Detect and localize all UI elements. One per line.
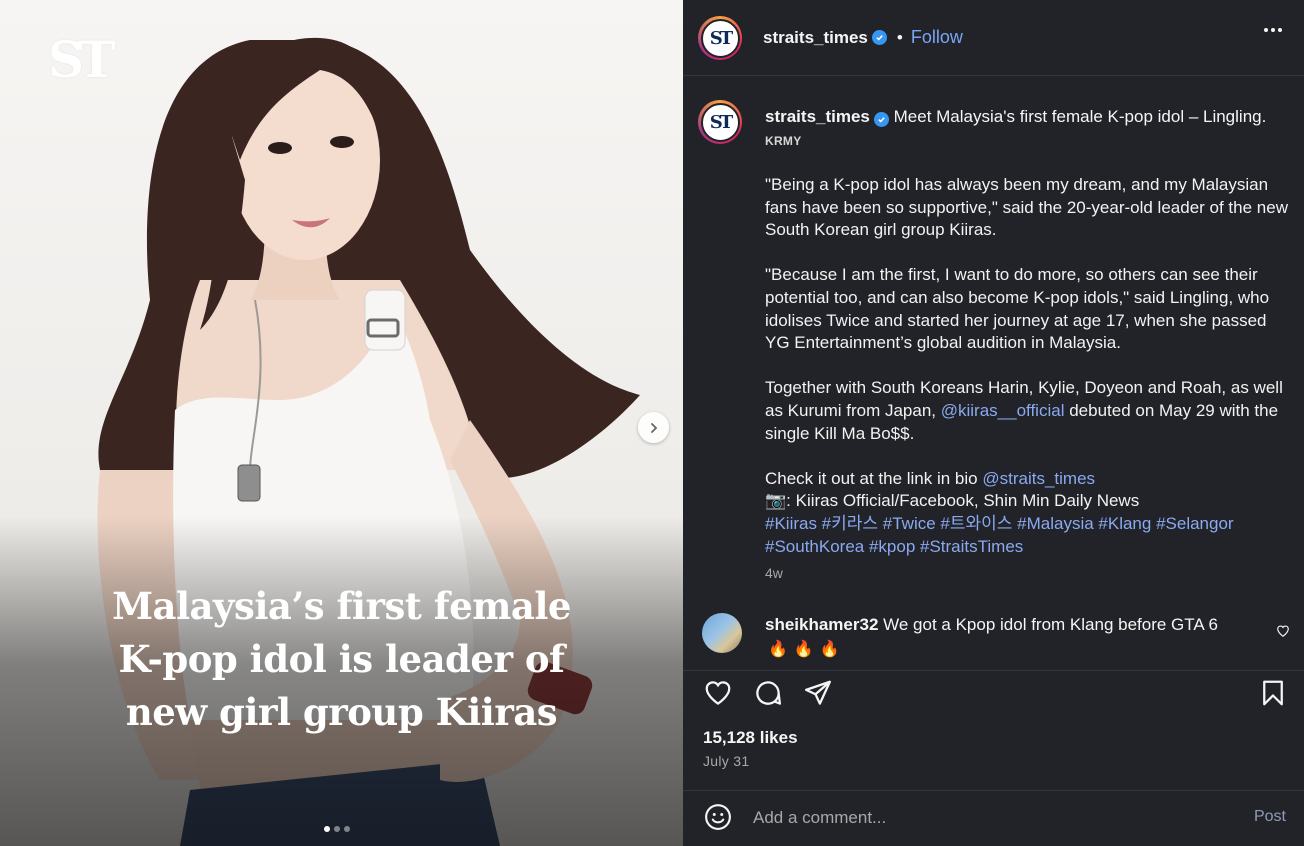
commenter-avatar[interactable] [702,613,742,653]
comment-text: We got a Kpop idol from Klang before GTA… [883,615,1218,634]
separator-dot: • [896,27,903,47]
more-options-icon[interactable] [1264,28,1282,32]
mention-link[interactable]: @kiiras__official [941,401,1065,420]
caption-headline-line: straits_times Meet Malaysia's first fema… [765,107,1266,127]
post-header: ST straits_times • Follow [683,0,1304,76]
comment-like-button[interactable] [1276,624,1290,643]
hashtags[interactable]: #Kiiras #키라스 #Twice #트와이스 #Malaysia #Kla… [765,513,1295,536]
photo-credit: 📷: Kiiras Official/Facebook, Shin Min Da… [765,491,1140,511]
caption-cta: Check it out at the link in bio @straits… [765,468,1096,488]
caption-body: "Being a K-pop idol has always been my d… [765,174,1295,558]
verified-badge-icon [873,112,889,127]
caption-paragraph: Together with South Koreans Harin, Kylie… [765,378,1283,443]
media-headline: Malaysia’s first female K-pop idol is le… [0,580,683,739]
chevron-right-icon [650,422,657,433]
carousel-next-button[interactable] [638,412,669,443]
comment-button[interactable] [753,678,783,713]
like-button[interactable] [703,678,733,713]
st-logo: ST [48,30,115,89]
follow-button[interactable]: Follow [911,27,963,48]
caption-subtitle: KRMY [765,134,802,148]
headline-line: K-pop idol is leader of [118,637,565,681]
caption-avatar[interactable]: ST [698,100,742,144]
carousel-dot [344,826,350,832]
carousel-dots [324,826,350,832]
post-date: July 31 [703,753,750,769]
post-sidebar: ST straits_times • Follow ST straits_tim… [683,0,1304,846]
mention-link[interactable]: @straits_times [982,469,1095,488]
heart-icon [705,681,731,705]
header-user-line: straits_times • Follow [763,27,963,48]
caption-headline: Meet Malaysia's first female K-pop idol … [893,107,1267,126]
action-bar [683,670,1304,712]
post-media[interactable]: ST Malaysia’s first female K-pop idol is… [0,0,683,846]
emoji-button[interactable] [703,802,733,837]
paper-plane-icon [805,680,831,705]
bookmark-icon [1263,680,1283,706]
headline-line: Malaysia’s first female [112,584,571,628]
caption-paragraph: "Because I am the first, I want to do mo… [765,265,1270,353]
comment-input[interactable] [753,801,1223,835]
speech-bubble-icon [756,681,781,705]
avatar-text: ST [709,27,733,49]
save-button[interactable] [1258,678,1288,713]
comment: sheikhamer32 We got a Kpop idol from Kla… [765,615,1245,635]
caption-paragraph: "Being a K-pop idol has always been my d… [765,175,1288,240]
caption-username[interactable]: straits_times [765,107,870,126]
hashtags[interactable]: #SouthKorea #kpop #StraitsTimes [765,536,1295,559]
comment-username[interactable]: sheikhamer32 [765,615,878,634]
likes-count[interactable]: 15,128 likes [703,728,798,748]
caption-time-ago[interactable]: 4w [765,565,783,581]
share-button[interactable] [803,678,833,713]
carousel-dot [334,826,340,832]
avatar-text: ST [709,111,733,133]
avatar[interactable]: ST [698,16,742,60]
smiley-icon [705,804,731,830]
heart-icon [1277,625,1289,637]
carousel-dot [324,826,330,832]
header-username[interactable]: straits_times [763,28,868,48]
post-comment-button[interactable]: Post [1254,808,1286,826]
verified-badge-icon [871,30,887,45]
comment-emojis: 🔥🔥🔥 [768,641,846,658]
headline-line: new girl group Kiiras [125,690,558,734]
comment-bar: Post [683,790,1304,846]
